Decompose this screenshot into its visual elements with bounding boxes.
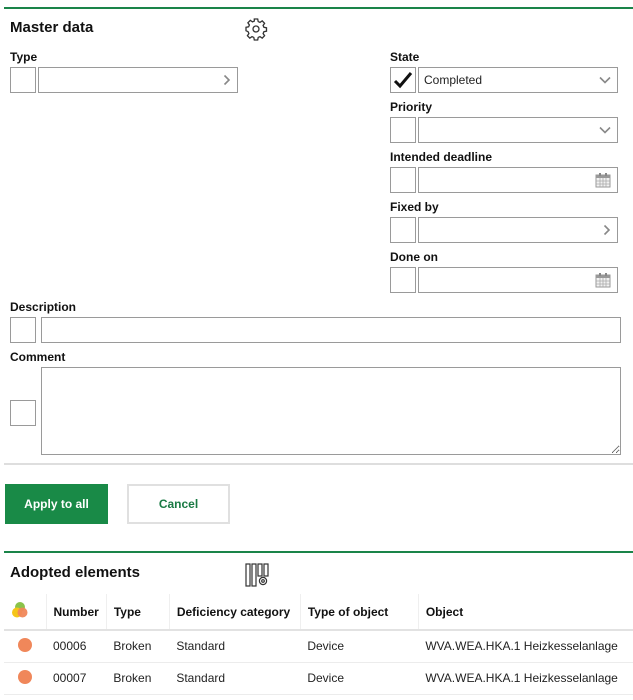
type-of-object-cell: Device [300,630,419,663]
apply-to-all-button[interactable]: Apply to all [5,484,108,524]
deficiency-category-cell: Standard [169,630,301,663]
deficiency-category-cell: Standard [169,662,301,695]
type-checkbox[interactable] [10,67,36,93]
priority-label: Priority [390,100,433,114]
done-on-field[interactable] [418,267,618,293]
table-row[interactable]: 00007 Broken Standard Device WVA.WEA.HKA… [4,662,633,695]
status-cell [4,630,46,663]
number-cell: 00006 [46,630,107,663]
object-cell: WVA.WEA.HKA.1 Heizkesselanlage [418,662,633,695]
chevron-right-icon[interactable] [603,224,611,236]
table-header-row: Number Type Deficiency category Type of … [4,594,633,631]
calendar-icon[interactable] [595,172,611,188]
fixed-by-checkbox[interactable] [390,217,416,243]
chevron-right-icon[interactable] [223,74,231,86]
done-on-checkbox[interactable] [390,267,416,293]
comment-checkbox[interactable] [10,400,36,426]
intended-deadline-label: Intended deadline [390,150,493,164]
fixed-by-field[interactable] [418,217,618,243]
state-label: State [390,50,420,64]
column-settings-icon[interactable] [245,562,271,593]
adopted-elements-table: Number Type Deficiency category Type of … [4,594,633,695]
adopted-elements-title: Adopted elements [10,564,141,581]
chevron-down-icon[interactable] [599,76,611,84]
priority-checkbox[interactable] [390,117,416,143]
state-checkbox[interactable] [390,67,416,93]
chevron-down-icon[interactable] [599,126,611,134]
number-cell: 00007 [46,662,107,695]
description-checkbox[interactable] [10,317,36,343]
gear-icon[interactable] [244,17,268,46]
type-cell: Broken [106,630,170,663]
calendar-icon[interactable] [595,272,611,288]
intended-deadline-checkbox[interactable] [390,167,416,193]
form-separator [4,463,633,465]
comment-textarea[interactable] [41,367,621,455]
state-value: Completed [424,73,483,87]
column-header-type-of-object[interactable]: Type of object [300,594,419,631]
state-select[interactable]: Completed [418,67,618,93]
column-header-type[interactable]: Type [106,594,170,631]
section-top-rule [4,7,633,9]
intended-deadline-field[interactable] [418,167,618,193]
type-label: Type [10,50,38,64]
object-cell: WVA.WEA.HKA.1 Heizkesselanlage [418,630,633,663]
type-of-object-cell: Device [300,662,419,695]
table-row[interactable]: 00006 Broken Standard Device WVA.WEA.HKA… [4,630,633,663]
column-header-deficiency-category[interactable]: Deficiency category [169,594,301,631]
fixed-by-label: Fixed by [390,200,439,214]
status-cell [4,662,46,695]
description-label: Description [10,300,77,314]
column-header-number[interactable]: Number [46,594,107,631]
status-dot-icon [18,637,32,652]
status-column-header[interactable] [4,594,47,631]
type-field[interactable] [38,67,238,93]
checkmark-icon [393,72,413,89]
type-cell: Broken [106,662,170,695]
done-on-label: Done on [390,250,438,264]
master-data-title: Master data [10,19,94,36]
status-dot-icon [18,669,32,684]
description-field[interactable] [41,317,621,343]
comment-label: Comment [10,350,66,364]
status-legend-icon [12,602,28,618]
column-header-object[interactable]: Object [418,594,633,631]
cancel-button[interactable]: Cancel [127,484,230,524]
adopted-section-rule [4,551,633,553]
priority-select[interactable] [418,117,618,143]
